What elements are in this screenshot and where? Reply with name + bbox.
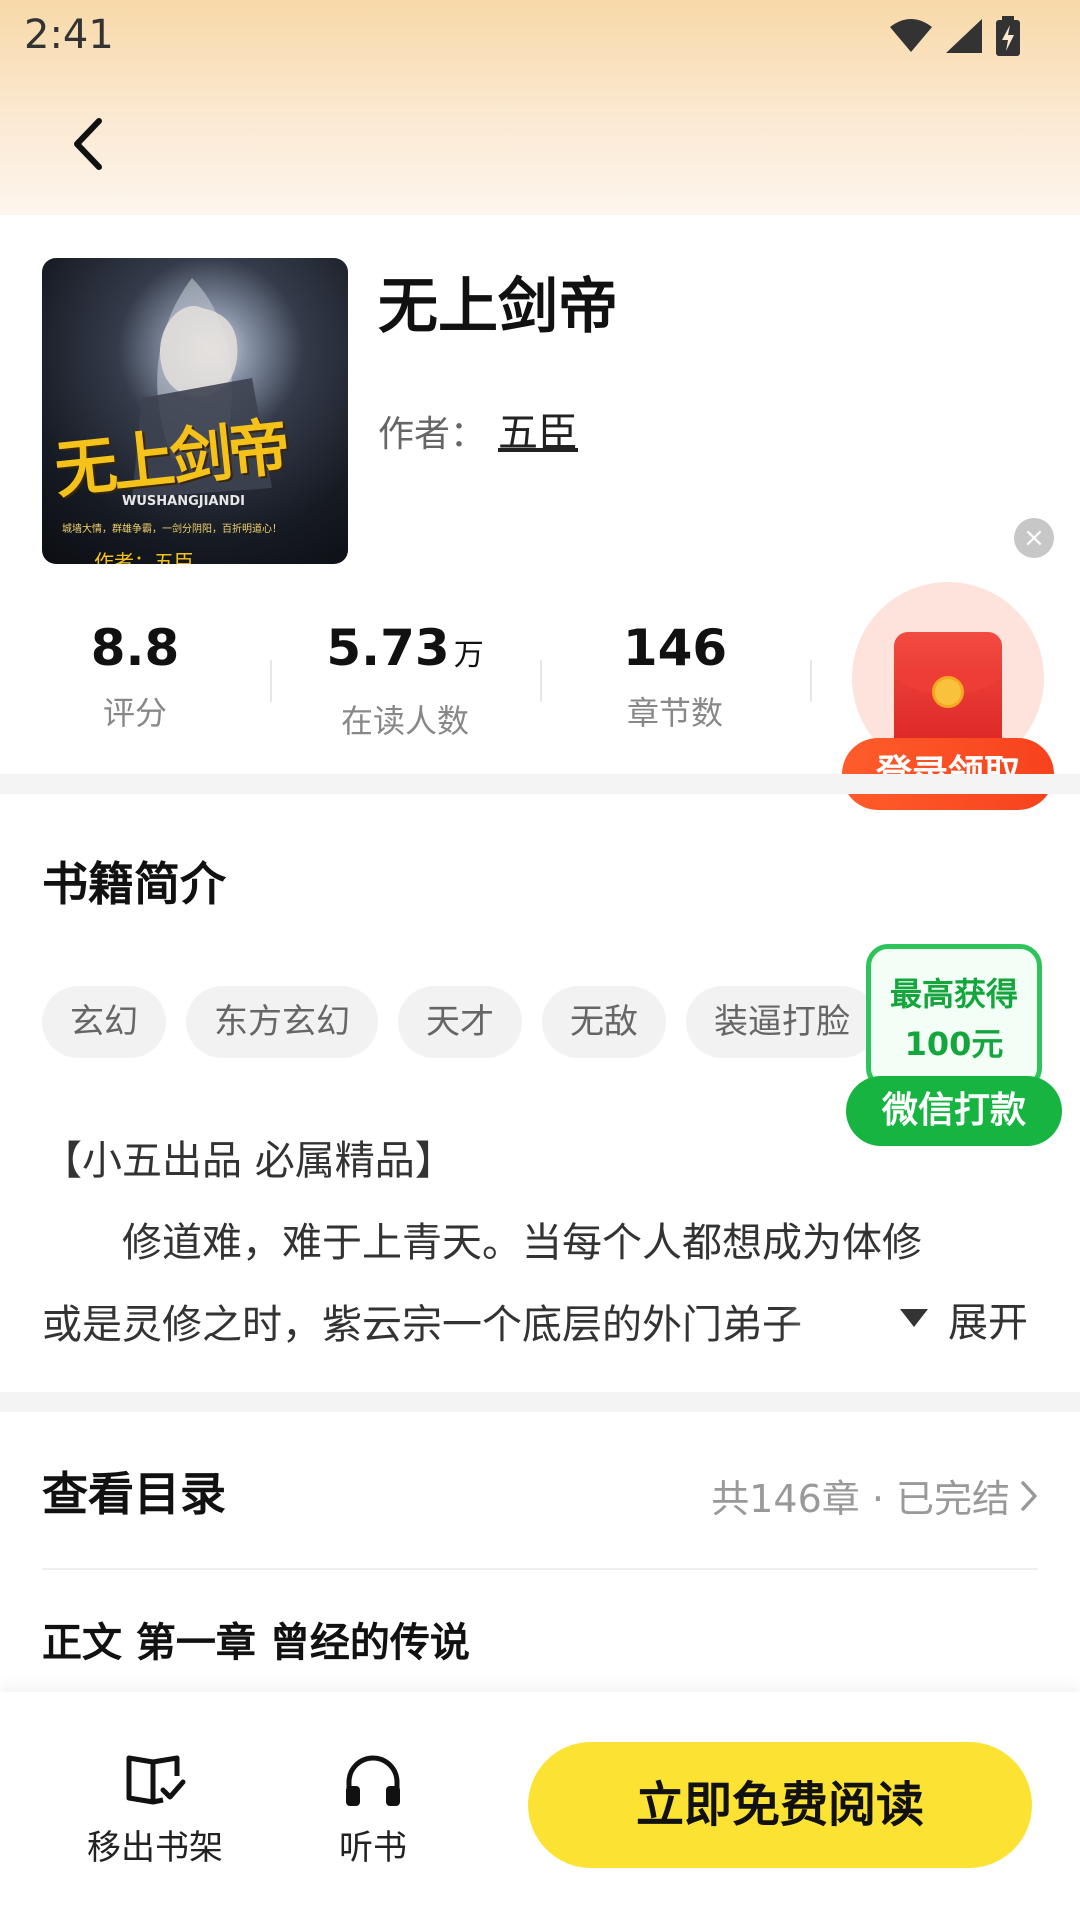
author-link[interactable]: 五臣 — [498, 400, 578, 458]
wechat-promo-line2: 100元 — [904, 1025, 1004, 1063]
catalog-meta: 共146章 · 已完结 — [711, 1468, 1038, 1523]
stat-chapters: 146 章节数 — [540, 618, 810, 738]
tag-item[interactable]: 无敌 — [542, 986, 666, 1058]
stat-value: 5.73 万 — [326, 619, 484, 677]
battery-charging-icon — [996, 16, 1020, 56]
triangle-down-icon — [900, 1309, 928, 1327]
tag-item[interactable]: 天才 — [398, 986, 522, 1058]
stat-divider — [810, 660, 812, 702]
section-divider — [0, 774, 1080, 794]
wechat-promo-text: 最高获得 100元 — [871, 969, 1037, 1069]
tag-item[interactable]: 装逼打脸 — [686, 986, 878, 1058]
headphones-icon — [346, 1755, 400, 1806]
bookshelf-check-icon — [126, 1755, 186, 1805]
book-stats: 8.8 评分 5.73 万 在读人数 146 章节数 — [0, 618, 812, 740]
stat-divider — [540, 660, 542, 702]
stat-divider — [270, 660, 272, 702]
status-icons — [890, 16, 1020, 56]
promo-close-icon[interactable]: × — [1014, 518, 1054, 558]
chevron-right-icon — [1021, 1480, 1037, 1511]
shelf-label: 移出书架 — [87, 1828, 223, 1868]
intro-line: 【小五出品 必属精品】 — [42, 1138, 455, 1184]
text-fade — [780, 1290, 900, 1350]
author-row: 作者： 五臣 — [378, 400, 578, 458]
expand-button[interactable]: 展开 — [900, 1290, 1028, 1348]
intro-line: 或是灵修之时，紫云宗一个底层的外门弟子 — [42, 1302, 802, 1348]
tag-item[interactable]: 玄幻 — [42, 986, 166, 1058]
wechat-promo-card[interactable]: 最高获得 100元 — [866, 944, 1042, 1090]
bottom-action-bar: 移出书架 听书 立即免费阅读 — [0, 1692, 1080, 1920]
stat-unit: 万 — [453, 638, 484, 673]
catalog-row[interactable]: 查看目录 共146章 · 已完结 — [42, 1458, 1038, 1528]
catalog-title: 查看目录 — [42, 1467, 226, 1521]
section-divider — [0, 1392, 1080, 1412]
back-button[interactable] — [48, 100, 128, 188]
wifi-icon — [890, 19, 932, 52]
cover-author: 作者：五臣 — [94, 550, 194, 564]
book-cover[interactable]: 无上剑帝 WUSHANGJIANDI 城墙大情，群雄争霸，一剑分阴阳，百折明道心… — [42, 258, 348, 564]
intro-section-title: 书籍简介 — [42, 857, 226, 911]
listen-button[interactable]: 听书 — [288, 1752, 458, 1869]
stat-value: 8.8 — [90, 619, 180, 677]
cover-subtitle: WUSHANGJIANDI — [122, 494, 245, 509]
stat-readers: 5.73 万 在读人数 — [270, 618, 540, 740]
status-bar: 2:41 — [0, 0, 1080, 72]
stat-label: 评分 — [102, 694, 167, 732]
signal-icon — [946, 19, 982, 53]
stat-rating: 8.8 评分 — [0, 618, 270, 738]
book-title: 无上剑帝 — [378, 272, 618, 342]
wechat-promo-line1: 最高获得 — [889, 975, 1018, 1013]
author-label: 作者： — [378, 414, 487, 455]
cover-tagline: 城墙大情，群雄争霸，一剑分阴阳，百折明道心！ — [62, 524, 282, 535]
listen-label: 听书 — [339, 1828, 407, 1868]
genre-tags: 玄幻 东方玄幻 天才 无敌 装逼打脸 — [42, 986, 878, 1058]
wechat-payout-button[interactable]: 微信打款 — [846, 1076, 1062, 1146]
catalog-meta-text: 共146章 · 已完结 — [711, 1477, 1010, 1521]
stat-label: 章节数 — [626, 694, 723, 732]
red-packet-icon — [894, 632, 1002, 752]
chevron-left-icon — [74, 118, 102, 170]
remove-from-shelf-button[interactable]: 移出书架 — [70, 1752, 240, 1869]
intro-line: 修道难，难于上青天。当每个人都想成为体修 — [42, 1220, 922, 1266]
expand-label: 展开 — [948, 1300, 1028, 1346]
coin-icon — [932, 676, 964, 708]
first-chapter-link[interactable]: 正文 第一章 曾经的传说 — [42, 1610, 470, 1668]
stat-label: 在读人数 — [340, 702, 469, 740]
stat-value: 146 — [622, 619, 728, 677]
list-divider — [42, 1568, 1038, 1570]
status-time: 2:41 — [24, 12, 114, 58]
read-free-button[interactable]: 立即免费阅读 — [528, 1742, 1032, 1868]
tag-item[interactable]: 东方玄幻 — [186, 986, 378, 1058]
